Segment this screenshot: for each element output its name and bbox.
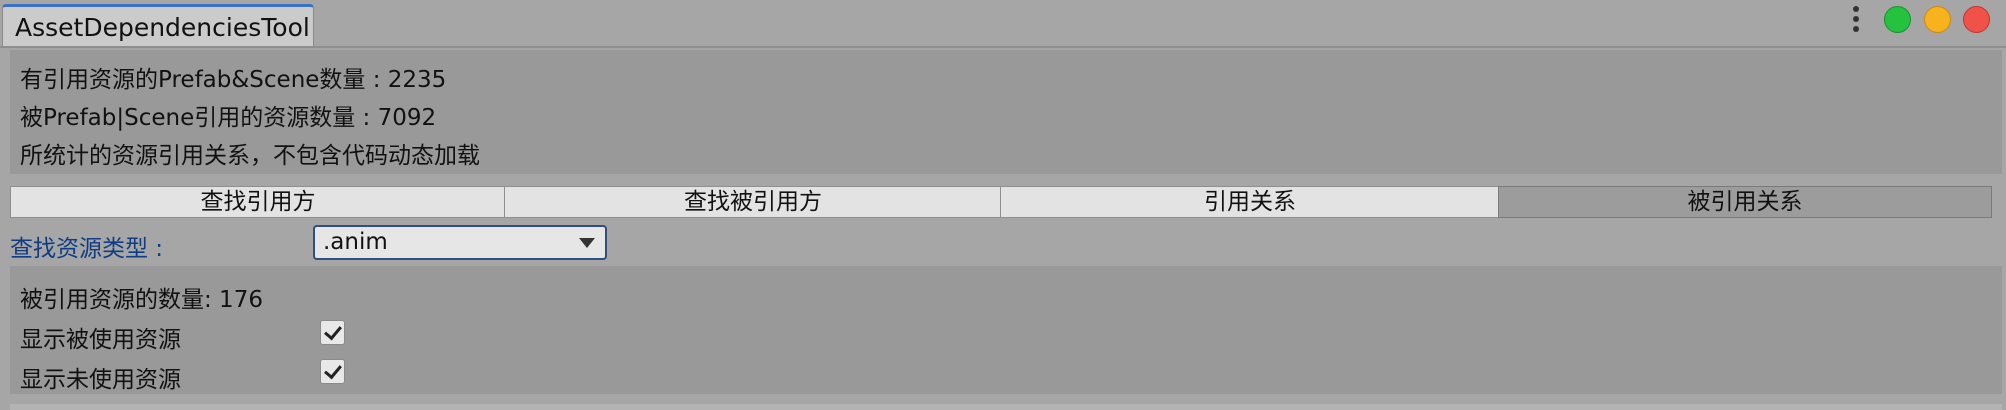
summary-prefab-scene-count: 有引用资源的Prefab&Scene数量 : 2235 [20, 67, 447, 93]
tab-find-referenced[interactable]: 查找被引用方 [504, 186, 1002, 218]
summary-panel: 有引用资源的Prefab&Scene数量 : 2235 被Prefab|Scen… [10, 50, 2002, 174]
asset-type-label: 查找资源类型 : [10, 236, 164, 262]
show-unused-checkbox[interactable] [320, 359, 345, 384]
show-unused-label: 显示未使用资源 [20, 367, 181, 393]
title-divider [0, 46, 2006, 48]
tab-find-referencers[interactable]: 查找引用方 [10, 186, 506, 218]
summary-referenced-asset-count: 被Prefab|Scene引用的资源数量 : 7092 [20, 105, 437, 131]
bottom-edge [10, 404, 2002, 410]
tab-reference-relations[interactable]: 引用关系 [1000, 186, 1500, 218]
title-bar: AssetDependenciesTool [0, 0, 2006, 46]
window-tab-title: AssetDependenciesTool [15, 13, 310, 42]
show-used-label: 显示被使用资源 [20, 327, 181, 353]
window-tab[interactable]: AssetDependenciesTool [2, 4, 314, 46]
tab-referenced-relations[interactable]: 被引用关系 [1498, 186, 1992, 218]
summary-note: 所统计的资源引用关系，不包含代码动态加载 [20, 143, 480, 169]
referenced-asset-count: 被引用资源的数量: 176 [20, 287, 263, 313]
kebab-menu-icon[interactable] [1852, 6, 1860, 34]
asset-type-selected: .anim [323, 229, 388, 255]
mode-toolbar: 查找引用方 查找被引用方 引用关系 被引用关系 [10, 186, 2002, 218]
close-light-icon[interactable] [1963, 6, 1990, 33]
minimize-light-icon[interactable] [1924, 6, 1951, 33]
maximize-light-icon[interactable] [1884, 6, 1911, 33]
asset-type-dropdown[interactable]: .anim [313, 225, 607, 260]
show-used-checkbox[interactable] [320, 320, 345, 345]
chevron-down-icon [579, 238, 595, 248]
results-panel: 被引用资源的数量: 176 显示被使用资源 显示未使用资源 [10, 266, 2002, 394]
